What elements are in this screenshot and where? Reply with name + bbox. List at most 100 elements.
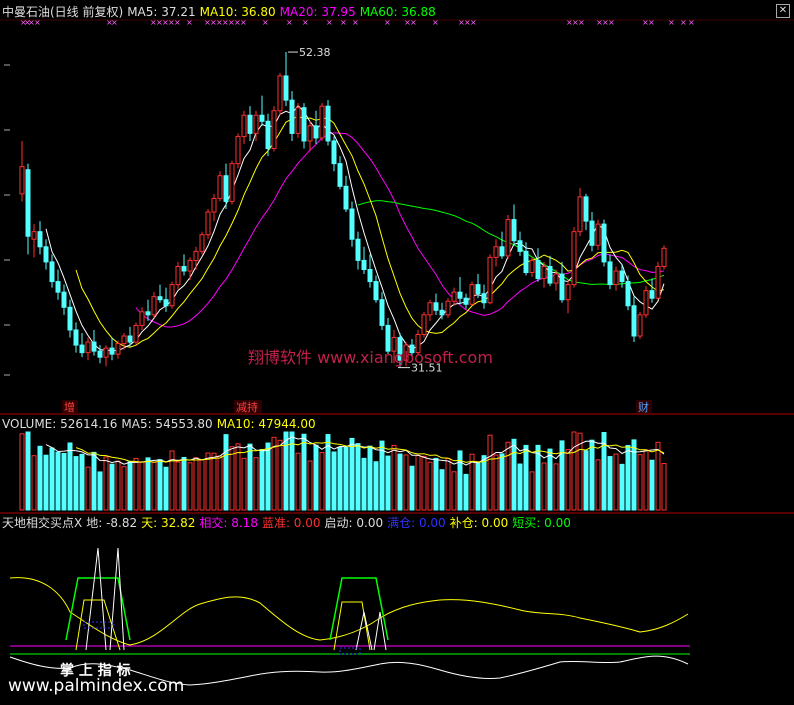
signal-marker: × [578, 18, 585, 27]
close-icon[interactable]: ✕ [776, 4, 790, 18]
candle-body [181, 265, 187, 272]
volume-bar [229, 446, 235, 511]
candle-body [55, 281, 61, 293]
volume-bar [661, 462, 667, 511]
candle-body [439, 309, 445, 316]
volume-bar [187, 462, 193, 511]
volume-bar [43, 454, 49, 511]
candle-body [523, 250, 529, 274]
candle-body [31, 231, 37, 240]
ma5-line [45, 104, 665, 352]
candle-body [421, 314, 427, 335]
volume-bar [481, 455, 487, 511]
candle-body [205, 211, 211, 236]
signal-marker: × [384, 18, 391, 27]
candle-body [235, 135, 241, 165]
signal-marker: × [174, 18, 181, 27]
volume-bar [283, 431, 289, 511]
volume-bar [397, 453, 403, 511]
volume-bar [463, 473, 469, 511]
volume-bar [31, 455, 37, 511]
volume-bar [499, 453, 505, 511]
volume-bar [337, 446, 343, 511]
candle-body [379, 299, 385, 326]
volume-bar [61, 452, 67, 511]
candle-body [193, 250, 199, 261]
volume-bar [223, 434, 229, 511]
ma60-readout: MA60: 36.88 [359, 5, 436, 19]
candle-body [115, 343, 121, 355]
volume-bar [571, 431, 577, 511]
volume-bar [319, 452, 325, 511]
tian-readout: 天: 32.82 [141, 516, 196, 530]
volume-bar [205, 452, 211, 511]
volume-bar [529, 471, 535, 511]
signal-marker: × [608, 18, 615, 27]
event-marker: 减持 [236, 400, 258, 414]
candle-body [499, 246, 505, 257]
signal-marker: × [680, 18, 687, 27]
lanjun-readout: 蓝准: 0.00 [261, 516, 321, 530]
candle-body [67, 306, 73, 331]
candle-body [307, 125, 313, 142]
volume-bar [175, 461, 181, 511]
volume-bar [163, 466, 169, 511]
volume-bar [613, 453, 619, 511]
candle-body [61, 291, 67, 308]
signal-marker: × [111, 18, 118, 27]
candle-body [19, 166, 25, 195]
volume-bar [643, 449, 649, 511]
candle-body [505, 219, 511, 257]
volume-bar [85, 466, 91, 511]
candle-body [79, 344, 85, 354]
volume-bar [79, 453, 85, 511]
candle-body [529, 259, 535, 274]
volume-bar [235, 443, 241, 511]
volume-bar [511, 438, 517, 511]
candle-body [217, 175, 223, 199]
event-marker: 增 [64, 400, 75, 414]
candle-body [103, 347, 109, 358]
volume-bar [607, 456, 613, 511]
high-price-label: 52.38 [299, 46, 331, 59]
candle-body [133, 324, 139, 343]
volume-bar [505, 441, 511, 511]
signal-marker: × [240, 18, 247, 27]
candle-body [277, 75, 283, 112]
signal-marker: × [326, 18, 333, 27]
candle-body [163, 299, 169, 307]
tian-line [9, 577, 689, 646]
candle-body [127, 335, 133, 343]
volume-bar [67, 442, 73, 511]
volume-bar [445, 457, 451, 511]
candle-body [139, 311, 145, 326]
candle-body [475, 284, 481, 295]
volume-bar [535, 444, 541, 511]
signal-marker: × [648, 18, 655, 27]
volume-bar [91, 451, 97, 511]
candle-body [73, 329, 79, 346]
candle-body [613, 270, 619, 286]
bucang-readout: 补仓: 0.00 [449, 516, 509, 530]
volume-bar [103, 456, 109, 511]
candle-body [85, 341, 91, 354]
candle-body [583, 196, 589, 222]
candle-body [577, 196, 583, 233]
volume-bar [403, 454, 409, 511]
volume-ma5-readout: MA5: 54553.80 [121, 417, 213, 431]
candle-body [331, 140, 337, 165]
ma20-line [135, 132, 665, 328]
volume-bar [193, 457, 199, 511]
candle-body [601, 223, 607, 263]
watermark-palm-url: www.palmindex.com [8, 676, 185, 696]
candle-body [571, 231, 577, 286]
volume-bar [421, 455, 427, 511]
candle-body [247, 114, 253, 134]
bucang-pulse [333, 601, 371, 651]
candle-body [259, 114, 265, 122]
candle-body [175, 265, 181, 286]
volume-bar [295, 452, 301, 511]
volume-bar [595, 459, 601, 511]
candle-body [619, 270, 625, 283]
volume-bar [619, 463, 625, 511]
